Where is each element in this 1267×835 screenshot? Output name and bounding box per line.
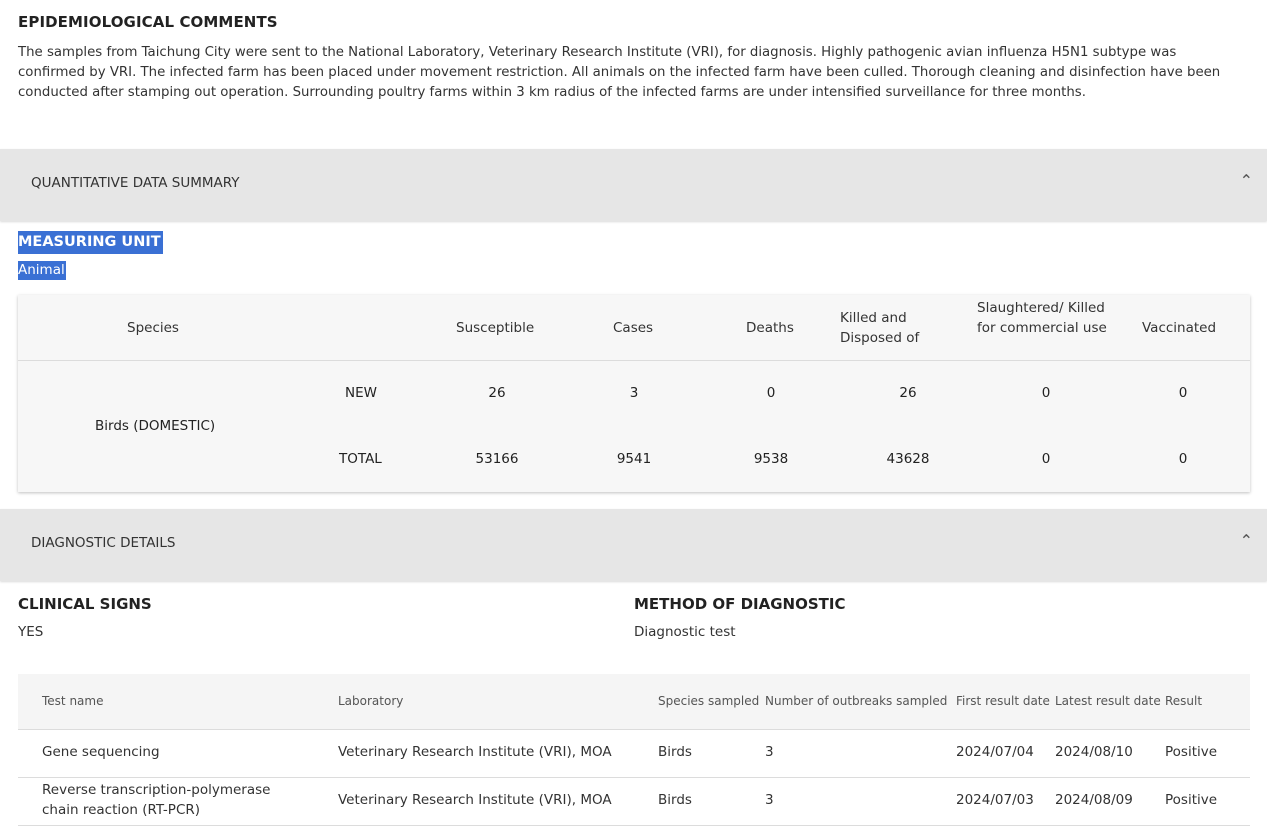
col-header-species-sampled: Species sampled	[658, 694, 760, 708]
result-cell: Positive	[1165, 792, 1218, 808]
total-killed: 43628	[886, 451, 930, 467]
col-header-test-name: Test name	[42, 694, 104, 708]
col-header-outbreaks-sampled: Number of outbreaks sampled	[765, 694, 948, 708]
col-header-susceptible: Susceptible	[456, 320, 535, 336]
col-header-deaths: Deaths	[746, 320, 794, 336]
total-slaughtered: 0	[1041, 451, 1051, 467]
row-type-total: TOTAL	[339, 451, 382, 467]
total-deaths: 9538	[753, 451, 789, 467]
outbreaks-sampled-cell: 3	[765, 792, 774, 808]
test-name-cell: Reverse transcription-polymerase chain r…	[42, 782, 271, 818]
quantitative-section-label: QUANTITATIVE DATA SUMMARY	[31, 175, 240, 191]
col-header-first-result-date: First result date	[956, 694, 1050, 708]
laboratory-cell: Veterinary Research Institute (VRI), MOA	[338, 744, 612, 760]
quantitative-table: Species Susceptible Cases Deaths Killed …	[18, 295, 1250, 492]
species-cell: Birds (DOMESTIC)	[95, 418, 216, 434]
col-header-killed: Killed and Disposed of	[840, 310, 920, 346]
method-of-diagnostic-label: METHOD OF DIAGNOSTIC	[634, 595, 846, 613]
row-type-new: NEW	[345, 385, 377, 401]
diagnostic-section-label: DIAGNOSTIC DETAILS	[31, 535, 176, 551]
col-header-vaccinated: Vaccinated	[1142, 320, 1217, 336]
diagnostic-table-header: Test name Laboratory Species sampled Num…	[18, 674, 1250, 730]
species-sampled-cell: Birds	[658, 792, 692, 808]
chevron-up-icon[interactable]: ⌃	[1240, 531, 1253, 550]
latest-result-date-cell: 2024/08/09	[1055, 792, 1133, 808]
new-killed: 26	[899, 385, 917, 401]
col-header-laboratory: Laboratory	[338, 694, 404, 708]
new-cases: 3	[629, 385, 639, 401]
table-row: Reverse transcription-polymerase chain r…	[18, 778, 1250, 826]
first-result-date-cell: 2024/07/04	[956, 744, 1034, 760]
table-divider	[18, 360, 1250, 361]
col-header-cases: Cases	[613, 320, 654, 336]
new-deaths: 0	[766, 385, 776, 401]
col-header-slaughtered: Slaughtered/ Killed for commercial use	[977, 300, 1107, 336]
new-vaccinated: 0	[1178, 385, 1188, 401]
result-cell: Positive	[1165, 744, 1218, 760]
epidemiological-comments-text: The samples from Taichung City were sent…	[18, 45, 1221, 100]
epidemiological-comments-title: EPIDEMIOLOGICAL COMMENTS	[18, 13, 278, 31]
new-slaughtered: 0	[1041, 385, 1051, 401]
diagnostic-table: Test name Laboratory Species sampled Num…	[18, 674, 1250, 835]
method-of-diagnostic-value: Diagnostic test	[634, 624, 736, 640]
laboratory-cell: Veterinary Research Institute (VRI), MOA	[338, 792, 612, 808]
chevron-up-icon[interactable]: ⌃	[1240, 171, 1253, 190]
test-name-cell: Gene sequencing	[42, 744, 160, 760]
total-cases: 9541	[616, 451, 652, 467]
latest-result-date-cell: 2024/08/10	[1055, 744, 1133, 760]
measuring-unit-value: Animal	[18, 261, 66, 280]
total-vaccinated: 0	[1178, 451, 1188, 467]
species-sampled-cell: Birds	[658, 744, 692, 760]
table-row: Gene sequencing Veterinary Research Inst…	[18, 730, 1250, 778]
col-header-species: Species	[127, 320, 179, 336]
diagnostic-section-header[interactable]: DIAGNOSTIC DETAILS ⌃	[0, 509, 1267, 581]
first-result-date-cell: 2024/07/03	[956, 792, 1034, 808]
quantitative-section-header[interactable]: QUANTITATIVE DATA SUMMARY ⌃	[0, 149, 1267, 221]
col-header-latest-result-date: Latest result date	[1055, 694, 1161, 708]
measuring-unit-label: MEASURING UNIT	[18, 231, 163, 254]
outbreaks-sampled-cell: 3	[765, 744, 774, 760]
new-susceptible: 26	[488, 385, 506, 401]
total-susceptible: 53166	[475, 451, 519, 467]
clinical-signs-value: YES	[18, 624, 44, 640]
col-header-result: Result	[1165, 694, 1203, 708]
clinical-signs-label: CLINICAL SIGNS	[18, 595, 152, 613]
